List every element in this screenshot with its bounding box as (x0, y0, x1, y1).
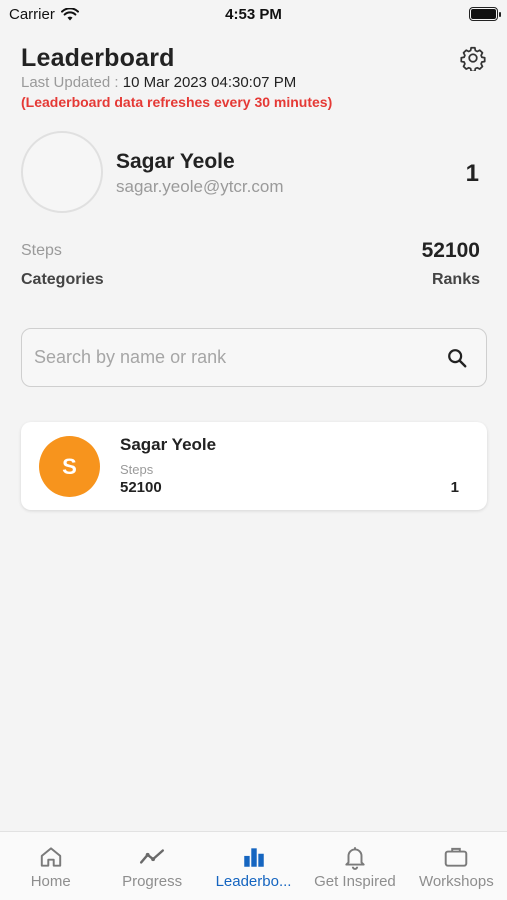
progress-chart-icon (140, 849, 165, 864)
tab-home-label: Home (30, 873, 71, 890)
last-updated-value: 10 Mar 2023 04:30:07 PM (122, 74, 297, 91)
leaderboard-bars-icon (243, 848, 264, 867)
tab-home[interactable]: Home (0, 832, 101, 900)
last-updated-label: Last Updated : (21, 74, 119, 91)
tab-progress-label: Progress (122, 873, 183, 890)
entry-steps-label: Steps (120, 462, 154, 477)
leaderboard-entry[interactable]: S Sagar Yeole Steps 52100 1 (21, 422, 487, 510)
entry-rank: 1 (450, 479, 459, 496)
profile-name: Sagar Yeole (116, 150, 235, 173)
entry-steps-value: 52100 (120, 479, 162, 496)
profile-email: sagar.yeole@ytcr.com (116, 177, 284, 196)
settings-gear-icon[interactable] (460, 45, 486, 71)
briefcase-icon (445, 847, 468, 867)
page-header: Leaderboard (21, 44, 487, 73)
tab-progress[interactable]: Progress (101, 832, 202, 900)
ranks-label[interactable]: Ranks (432, 271, 480, 289)
tab-get-inspired[interactable]: Get Inspired (304, 832, 405, 900)
entry-name: Sagar Yeole (120, 435, 217, 454)
tab-get-inspired-label: Get Inspired (314, 873, 396, 890)
bottom-tab-bar: Home Progress Leaderbo... Get Inspired W… (0, 831, 507, 900)
status-bar: Carrier 4:53 PM (0, 0, 507, 30)
tab-workshops-label: Workshops (418, 873, 494, 890)
profile-rank: 1 (465, 160, 479, 187)
steps-value: 52100 (421, 239, 480, 262)
tab-workshops[interactable]: Workshops (406, 832, 507, 900)
home-icon (40, 847, 61, 867)
entry-avatar: S (39, 436, 100, 497)
last-updated: Last Updated : 10 Mar 2023 04:30:07 PM (21, 74, 296, 91)
profile-avatar (21, 131, 103, 213)
battery-icon (469, 7, 501, 21)
page-title: Leaderboard (21, 44, 175, 72)
clock: 4:53 PM (225, 6, 282, 23)
tab-leaderboard-label: Leaderbo... (215, 873, 292, 890)
search-box (21, 328, 487, 387)
refresh-note: (Leaderboard data refreshes every 30 min… (21, 94, 333, 110)
search-icon[interactable] (446, 347, 468, 369)
steps-label: Steps (21, 242, 62, 259)
categories-label[interactable]: Categories (21, 271, 104, 289)
bell-icon (345, 847, 365, 870)
tab-leaderboard[interactable]: Leaderbo... (203, 832, 304, 900)
search-input[interactable] (34, 329, 434, 386)
